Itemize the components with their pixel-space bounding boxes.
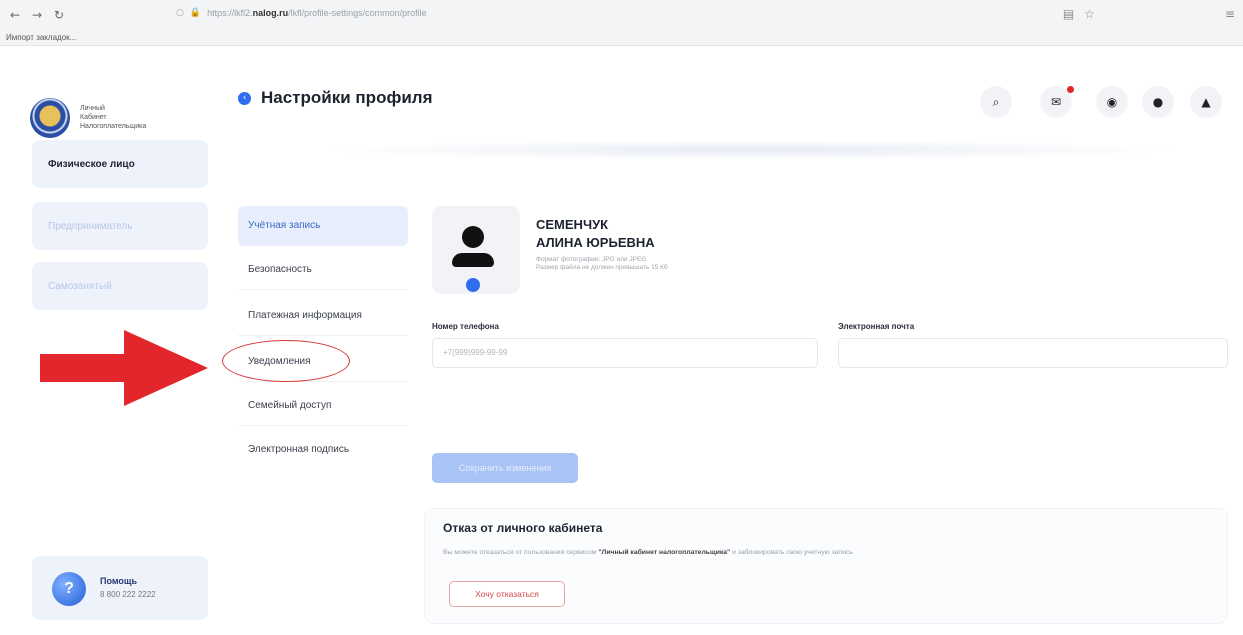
save-button[interactable]: Сохранить изменения [432,453,578,483]
help-icon: ? [52,572,86,606]
role-individual[interactable]: Физическое лицо [32,140,208,188]
lock-icon: 🔒 [189,8,202,18]
avatar-head-icon [462,226,484,248]
email-input[interactable] [838,338,1228,368]
browser-toolbar: ← → ↻ ○ 🔒 https://lkfl2.nalog.ru/lkfl/pr… [0,0,1243,30]
phone-input[interactable]: +7(999)999-99-99 [432,338,818,368]
red-arrow-annotation [40,330,208,406]
refusal-title: Отказ от личного кабинета [443,521,603,535]
help-phone: 8 800 222 2222 [100,590,156,599]
reload-icon[interactable]: ↻ [50,8,68,22]
notification-dot [1067,86,1074,93]
back-icon[interactable]: ← [6,8,24,22]
red-circle-annotation [222,340,350,382]
fns-logo[interactable] [30,98,70,138]
user-icon[interactable]: ▲ [1190,86,1222,118]
email-label: Электронная почта [838,322,915,331]
refusal-text: Вы можете отказаться от пользования серв… [443,549,853,556]
back-arrow-icon[interactable]: ‹ [238,91,251,105]
user-full-name: СЕМЕНЧУК АЛИНА ЮРЬЕВНА [536,217,655,250]
address-bar[interactable]: ○ 🔒 https://lkfl2.nalog.ru/lkfl/profile-… [176,8,427,18]
shield-icon: ○ [176,8,184,18]
url-domain: nalog.ru [252,8,289,18]
avatar-body-icon [452,253,494,267]
menu-icon[interactable]: ≡ [1225,7,1235,21]
role-self-employed[interactable]: Самозанятый [32,262,208,310]
url-prefix: https://lkfl2. [207,8,253,18]
photo-hint: Формат фотографии: JPG или JPEG Размер ф… [536,256,668,271]
menu-item-family-access[interactable]: Семейный доступ [238,386,408,426]
refuse-button[interactable]: Хочу отказаться [449,581,565,607]
url-path: /lkfl/profile-settings/common/profile [288,8,427,18]
eye-icon[interactable]: ◉ [1096,86,1128,118]
bookmarks-bar: Импорт закладок... [0,30,1243,46]
forward-icon[interactable]: → [28,8,46,22]
page-title: Настройки профиля [261,88,433,107]
header-shadow [320,140,1180,160]
logo-text: Личный Кабинет Налогоплательщика [80,105,147,130]
phone-label: Номер телефона [432,322,499,331]
help-card[interactable]: ? Помощь 8 800 222 2222 [32,556,208,620]
menu-item-e-signature[interactable]: Электронная подпись [238,430,408,470]
star-icon[interactable]: ☆ [1084,7,1095,21]
menu-item-account[interactable]: Учётная запись [238,206,408,246]
avatar[interactable] [432,206,520,294]
edit-photo-icon[interactable] [466,278,480,292]
search-icon[interactable]: ⌕ [980,86,1012,118]
role-entrepreneur[interactable]: Предприниматель [32,202,208,250]
menu-item-payment-info[interactable]: Платежная информация [238,296,408,336]
bulb-icon[interactable]: ● [1142,86,1174,118]
refusal-section: Отказ от личного кабинета Вы можете отка… [424,508,1228,624]
help-title: Помощь [100,576,138,586]
menu-item-security[interactable]: Безопасность [238,250,408,290]
bookmark-item[interactable]: Импорт закладок... [6,33,76,42]
reader-icon[interactable]: ▤ [1063,7,1074,21]
